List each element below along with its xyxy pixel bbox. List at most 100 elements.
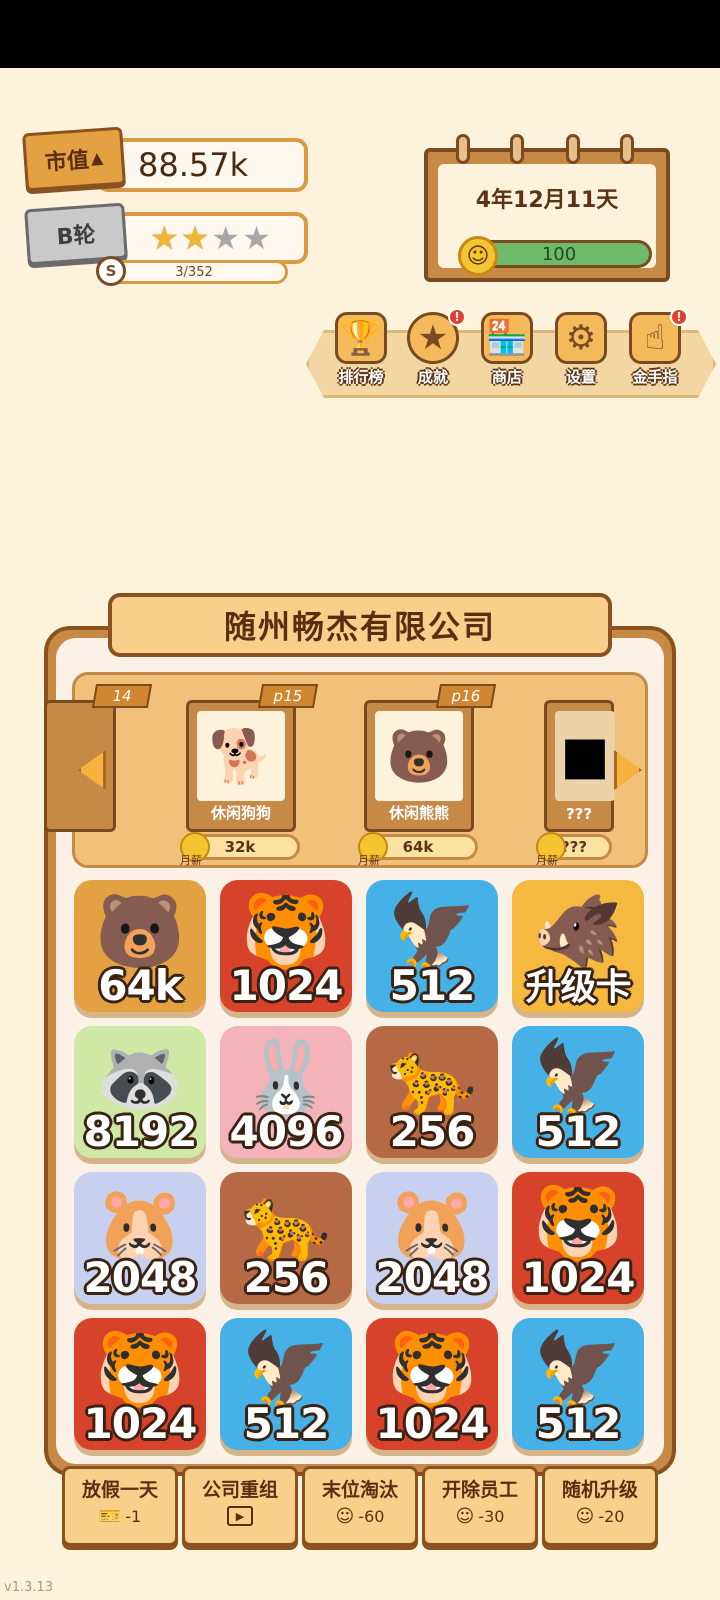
- tile[interactable]: 🐯 1024: [512, 1172, 644, 1304]
- silhouette-icon: ■: [555, 711, 615, 801]
- card-page-text: 14: [110, 687, 134, 705]
- chart-up-icon: ▲: [90, 147, 104, 168]
- card-page-tag: p16: [435, 684, 497, 708]
- calendar-ring: [510, 134, 524, 164]
- employee-card-dog[interactable]: 🐕 休闲狗狗: [186, 700, 296, 832]
- star-empty-icon: ★: [211, 219, 241, 257]
- tile[interactable]: 🦝 8192: [74, 1026, 206, 1158]
- upgrade-card-tile[interactable]: 🐗 升级卡: [512, 880, 644, 1012]
- eliminate-last-button[interactable]: 末位淘汰 ☺ -60: [302, 1466, 418, 1546]
- tile[interactable]: 🐆 256: [366, 1026, 498, 1158]
- card-page-text: p16: [450, 687, 482, 705]
- action-cost: ☺ -30: [425, 1506, 535, 1527]
- status-bar: [0, 0, 720, 68]
- calendar-ring: [620, 134, 634, 164]
- action-cost: ▶: [185, 1506, 295, 1526]
- tile-value: 4096: [229, 1107, 344, 1156]
- cost-value: -60: [358, 1507, 385, 1526]
- month-salary-label: 月薪: [358, 854, 380, 867]
- star-filled-icon: ★: [150, 219, 179, 257]
- menu-label: 设置: [565, 368, 596, 386]
- menu-label: 商店: [491, 368, 522, 386]
- version-label: v1.3.13: [4, 1580, 54, 1595]
- funding-round-label: B轮: [55, 222, 97, 251]
- tile[interactable]: 🐆 256: [220, 1172, 352, 1304]
- tile-value: 1024: [83, 1399, 198, 1448]
- star-empty-icon: ★: [242, 219, 271, 257]
- market-value: 88.57k: [138, 146, 249, 184]
- calendar-panel[interactable]: 4年12月11天 100 ☺: [424, 134, 670, 282]
- gear-icon: ⚙: [555, 312, 607, 364]
- tile-value: 8192: [83, 1107, 198, 1156]
- tile-value: 64k: [98, 961, 182, 1010]
- menu-label: 金手指: [632, 368, 678, 386]
- menu-item-settings[interactable]: ⚙ 设置: [546, 312, 616, 387]
- employee-card-locked[interactable]: ■ ???: [544, 700, 615, 832]
- tile-value: 升级卡: [525, 967, 631, 1008]
- tile[interactable]: 🐻 64k: [74, 880, 206, 1012]
- tile-value: 1024: [375, 1399, 490, 1448]
- month-salary-label: 月薪: [536, 854, 558, 867]
- menu-item-golden-finger[interactable]: ☝ ! 金手指: [620, 308, 690, 387]
- calendar-ring: [566, 134, 580, 164]
- action-cost: 🎫 -1: [65, 1506, 175, 1527]
- tile[interactable]: 🐯 1024: [74, 1318, 206, 1450]
- tile-value: 512: [389, 961, 476, 1010]
- salary-text: 64k: [402, 838, 434, 856]
- tile[interactable]: 🦅 512: [512, 1318, 644, 1450]
- shop-icon: 🏪: [481, 312, 533, 364]
- company-name-text: 随州畅杰有限公司: [223, 608, 496, 646]
- game-date: 4年12月11天: [475, 188, 619, 213]
- cost-value: -30: [478, 1507, 505, 1526]
- action-label: 公司重组: [201, 1479, 278, 1501]
- action-label: 开除员工: [441, 1479, 518, 1501]
- tile-value: 1024: [229, 961, 344, 1010]
- menu-item-achievements[interactable]: ★ ! 成就: [398, 308, 468, 387]
- tile[interactable]: 🐯 1024: [220, 880, 352, 1012]
- tile[interactable]: 🐯 1024: [366, 1318, 498, 1450]
- stage-progress-bar: 3/352: [100, 260, 288, 284]
- rating-stars: ★ ★ ★ ★: [96, 212, 308, 264]
- tile[interactable]: 🦅 512: [512, 1026, 644, 1158]
- smile-icon: ☺: [455, 1506, 475, 1527]
- action-cost: ☺ -60: [305, 1506, 415, 1527]
- tile-value: 2048: [375, 1253, 490, 1302]
- cost-value: -1: [125, 1507, 142, 1526]
- notification-badge: !: [448, 308, 466, 326]
- action-cost: ☺ -20: [545, 1506, 655, 1527]
- company-name: 随州畅杰有限公司: [108, 593, 612, 657]
- card-name: 休闲熊熊: [388, 804, 449, 822]
- random-upgrade-button[interactable]: 随机升级 ☺ -20: [542, 1466, 658, 1546]
- notification-badge: !: [670, 308, 688, 326]
- tile[interactable]: 🦅 512: [366, 880, 498, 1012]
- tile-value: 2048: [83, 1253, 198, 1302]
- menu-item-leaderboard[interactable]: 🏆 排行榜: [326, 312, 396, 387]
- bear-icon: 🐻: [375, 711, 463, 801]
- stage-progress-text: 3/352: [175, 264, 213, 280]
- restructure-button[interactable]: 公司重组 ▶: [182, 1466, 298, 1546]
- fire-employee-button[interactable]: 开除员工 ☺ -30: [422, 1466, 538, 1546]
- tile[interactable]: 🐹 2048: [366, 1172, 498, 1304]
- menu-label: 排行榜: [338, 368, 384, 386]
- star-filled-icon: ★: [180, 219, 210, 257]
- action-label: 随机升级: [561, 1479, 638, 1501]
- calendar-page: 4年12月11天 100 ☺: [438, 164, 656, 276]
- tile[interactable]: 🦅 512: [220, 1318, 352, 1450]
- day-off-button[interactable]: 放假一天 🎫 -1: [62, 1466, 178, 1546]
- employee-card-bear[interactable]: 🐻 休闲熊熊: [364, 700, 474, 832]
- dog-icon: 🐕: [197, 711, 285, 801]
- month-salary-label: 月薪: [180, 854, 202, 867]
- tile-value: 512: [535, 1107, 622, 1156]
- menu-item-shop[interactable]: 🏪 商店: [472, 312, 542, 387]
- smile-icon: ☺: [458, 236, 498, 276]
- market-value-box: 88.57k: [96, 138, 308, 192]
- smile-icon: ☺: [575, 1506, 595, 1527]
- action-label: 末位淘汰: [321, 1479, 398, 1501]
- mood-value: 100: [541, 243, 577, 265]
- tile[interactable]: 🐹 2048: [74, 1172, 206, 1304]
- action-label: 放假一天: [81, 1479, 158, 1501]
- tile[interactable]: 🐰 4096: [220, 1026, 352, 1158]
- tile-value: 512: [535, 1399, 622, 1448]
- calendar-ring: [456, 134, 470, 164]
- tile-value: 512: [243, 1399, 330, 1448]
